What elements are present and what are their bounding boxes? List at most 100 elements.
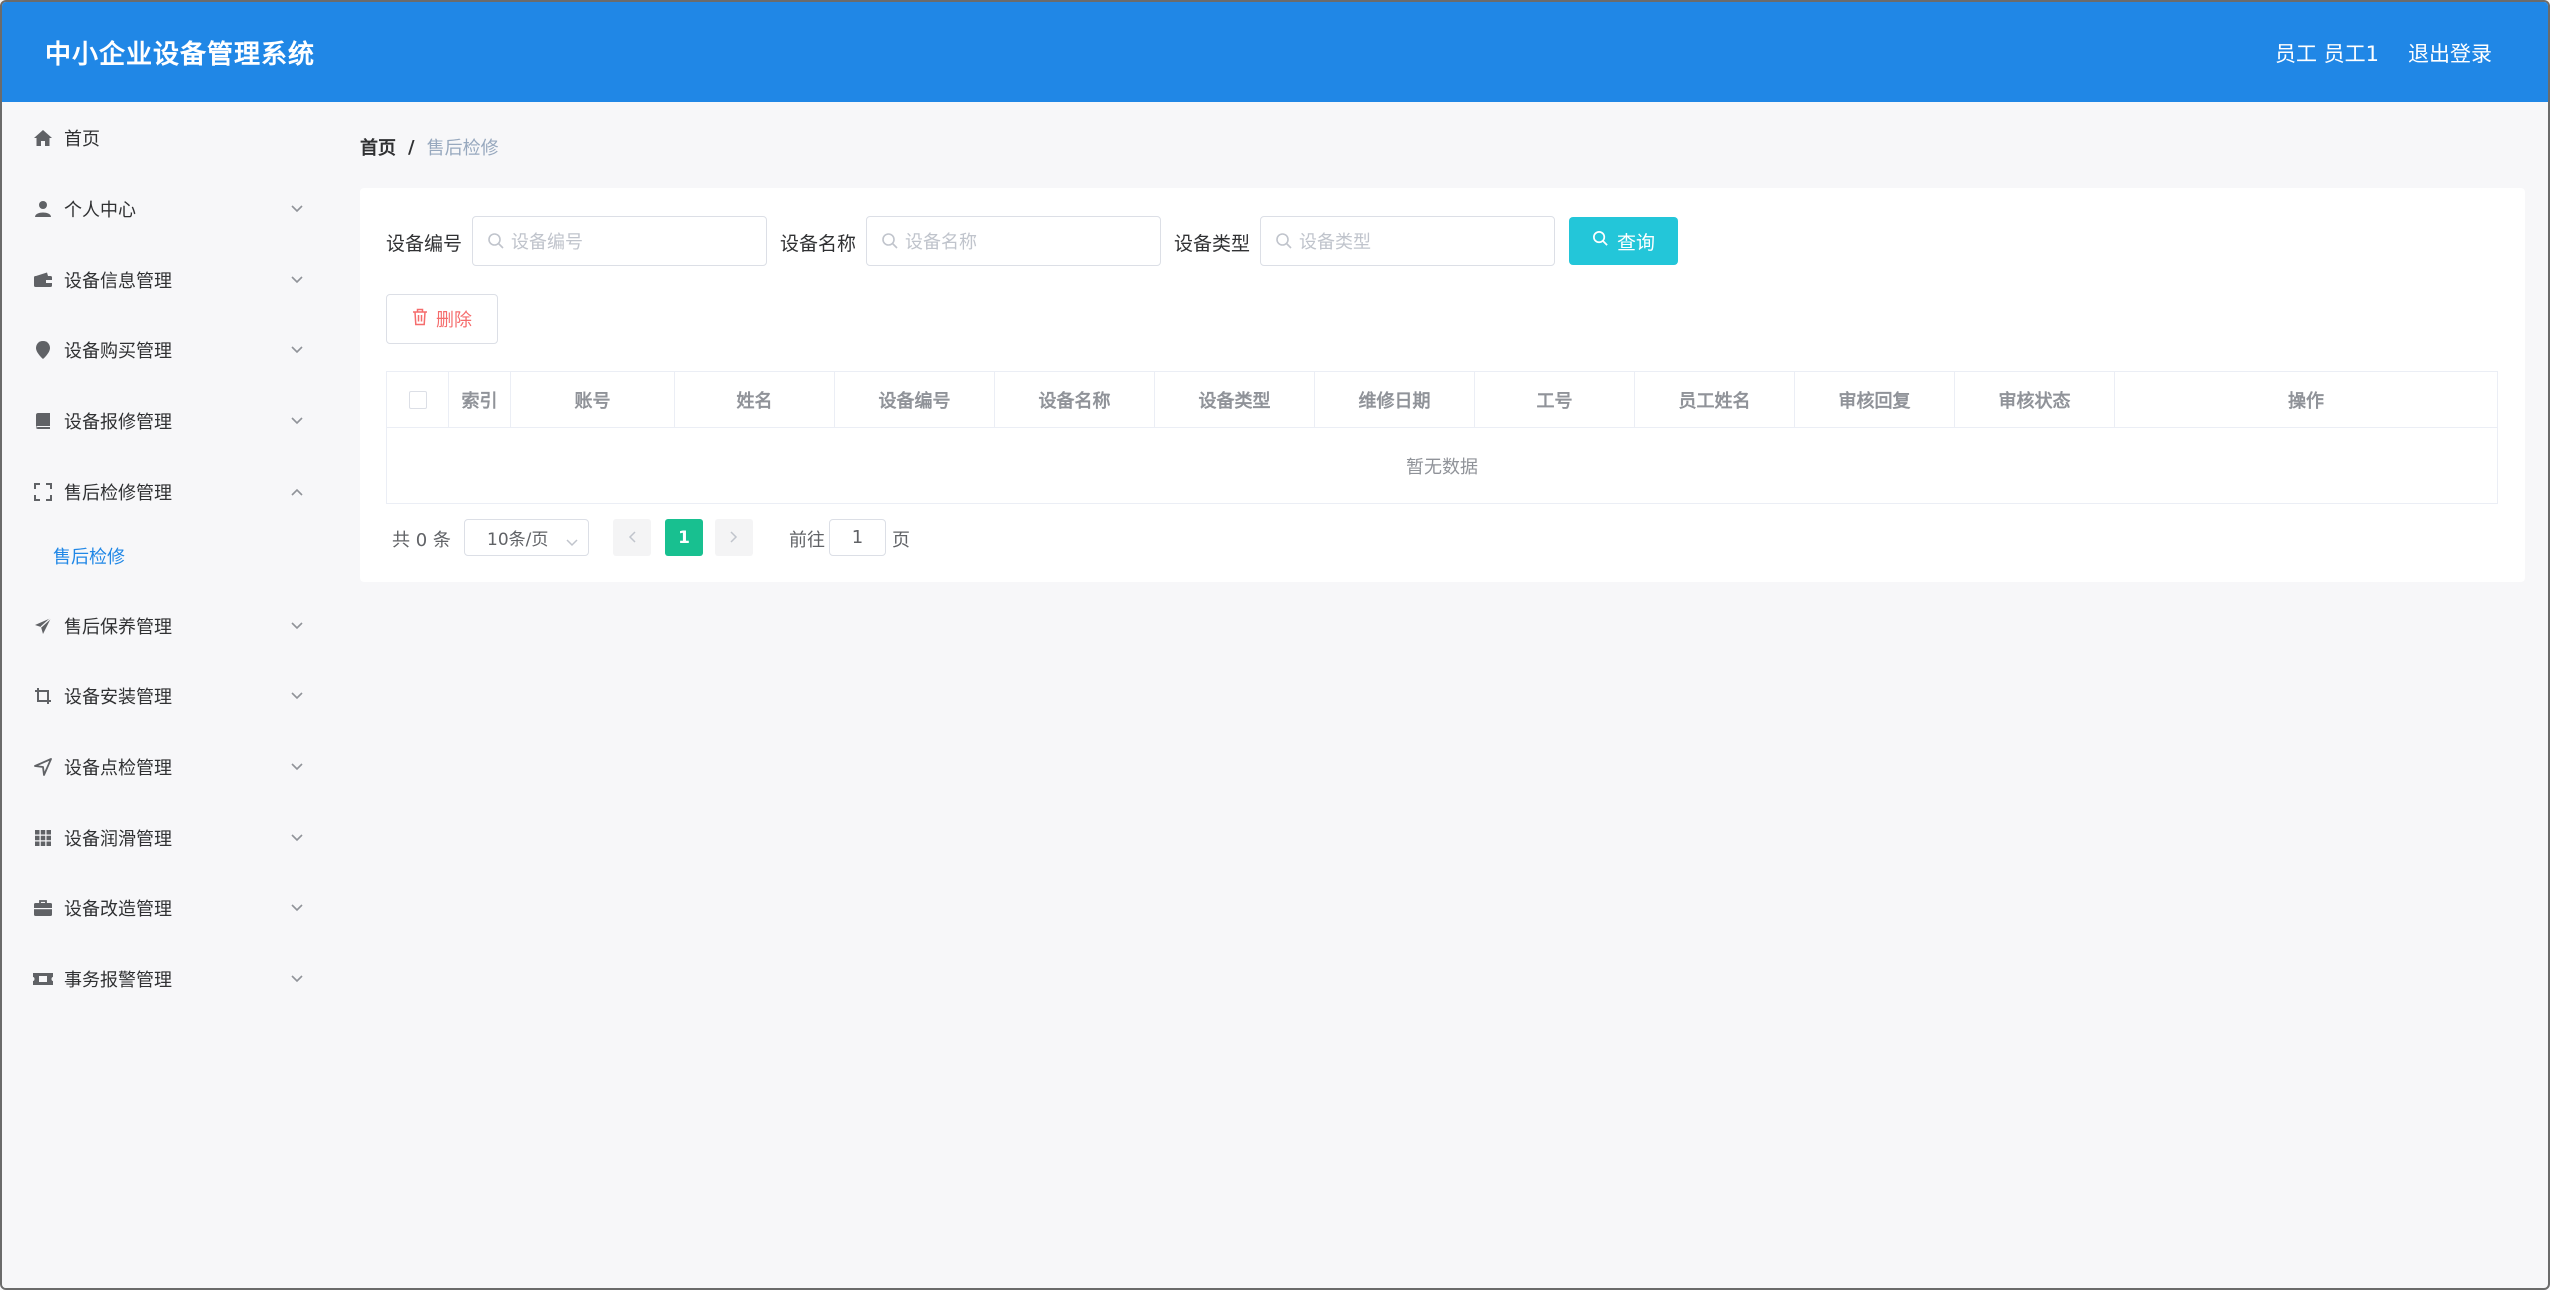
sidebar-item-label: 设备报修管理 [64,412,172,433]
select-all-checkbox[interactable] [409,391,427,409]
next-page-button[interactable] [715,519,753,556]
column-header-account: 账号 [511,372,675,428]
chevron-down-icon [290,689,304,703]
breadcrumb: 首页 / 售后检修 [360,134,499,160]
sidebar-item-after-sales-maintenance[interactable]: 售后保养管理 [2,596,323,656]
chevron-down-icon [290,343,304,357]
column-header-review-status: 审核状态 [1955,372,2115,428]
sidebar-item-label: 售后检修管理 [64,483,172,504]
search-icon [1592,230,1609,252]
sidebar-item-device-installation[interactable]: 设备安装管理 [2,666,323,726]
sidebar-item-device-spot-check[interactable]: 设备点检管理 [2,737,323,797]
device-name-field[interactable] [866,216,1161,266]
empty-state-text: 暂无数据 [1406,457,1478,478]
page-number-current[interactable]: 1 [665,519,703,556]
breadcrumb-separator: / [408,136,415,158]
device-name-input[interactable] [905,227,1145,257]
sidebar: 首页 个人中心 设备信息管理 设备购买管理 设备报修管理 售后检修管理 售后检修… [2,102,323,1288]
sidebar-item-device-lubrication[interactable]: 设备润滑管理 [2,808,323,868]
home-icon [32,127,54,149]
user-icon [32,198,54,220]
sidebar-item-device-repair[interactable]: 设备报修管理 [2,391,323,451]
column-header-device-type: 设备类型 [1155,372,1315,428]
app-window: 中小企业设备管理系统 员工 员工1 退出登录 首页 个人中心 设备信息管理 设备… [0,0,2550,1290]
sidebar-item-label: 设备润滑管理 [64,829,172,850]
page-size-select[interactable]: 10条/页 [464,519,589,556]
sidebar-item-device-purchase[interactable]: 设备购买管理 [2,320,323,380]
device-type-field[interactable] [1260,216,1555,266]
column-header-name: 姓名 [675,372,835,428]
device-number-input[interactable] [511,227,751,257]
sidebar-item-device-modification[interactable]: 设备改造管理 [2,878,323,938]
sidebar-item-device-info[interactable]: 设备信息管理 [2,250,323,310]
column-header-repair-date: 维修日期 [1315,372,1475,428]
sidebar-item-label: 设备信息管理 [64,271,172,292]
breadcrumb-current: 售后检修 [426,138,499,159]
sidebar-item-label: 设备购买管理 [64,341,172,362]
sidebar-subitem-after-sales-inspection[interactable]: 售后检修 [2,531,323,581]
breadcrumb-home[interactable]: 首页 [360,134,396,160]
chevron-down-icon [290,901,304,915]
chevron-down-icon [290,202,304,216]
fullscreen-icon [32,481,54,503]
chevron-down-icon [290,831,304,845]
delete-button[interactable]: 删除 [386,294,498,344]
chevron-down-icon [290,619,304,633]
grid-icon [32,827,54,849]
column-header-employee-name: 员工姓名 [1635,372,1795,428]
column-header-device-number: 设备编号 [835,372,995,428]
goto-page-input[interactable] [829,519,886,556]
query-button-label: 查询 [1616,231,1655,254]
chevron-down-icon [566,532,578,547]
app-title: 中小企业设备管理系统 [45,40,316,70]
page-unit-label: 页 [892,530,910,551]
chevron-right-icon [730,528,738,547]
goto-label: 前往 [789,530,825,551]
search-icon [1275,232,1293,250]
location-arrow-icon [32,756,54,778]
sidebar-item-after-sales-inspection[interactable]: 售后检修管理 [2,462,323,522]
sidebar-item-label: 设备安装管理 [64,687,172,708]
briefcase-icon [32,897,54,919]
query-button[interactable]: 查询 [1569,217,1678,265]
column-header-actions: 操作 [2288,391,2324,412]
prev-page-button[interactable] [613,519,651,556]
device-number-field[interactable] [472,216,767,266]
sidebar-item-label: 首页 [64,129,100,150]
sidebar-item-label: 售后保养管理 [64,617,172,638]
column-header-device-name: 设备名称 [995,372,1155,428]
search-icon [487,232,505,250]
column-header-index: 索引 [449,372,511,428]
sidebar-item-label: 个人中心 [64,200,136,221]
column-header-employee-id: 工号 [1475,372,1635,428]
send-icon [32,615,54,637]
chevron-left-icon [628,528,636,547]
content-card: 设备编号 设备名称 设备类型 查询 删除 [360,188,2525,582]
pagination-total: 共 0 条 [392,530,451,551]
book-icon [32,410,54,432]
chevron-down-icon [290,760,304,774]
device-name-label: 设备名称 [780,233,857,255]
sidebar-item-personal-center[interactable]: 个人中心 [2,179,323,239]
trash-icon [412,308,428,331]
sidebar-item-label: 设备改造管理 [64,899,172,920]
device-type-label: 设备类型 [1174,233,1251,255]
sidebar-subitem-label: 售后检修 [53,547,125,568]
device-number-label: 设备编号 [386,233,463,255]
current-user: 员工 员工1 [2274,42,2379,66]
sidebar-item-label: 事务报警管理 [64,970,172,991]
column-header-review-reply: 审核回复 [1795,372,1955,428]
top-header: 中小企业设备管理系统 员工 员工1 退出登录 [2,2,2548,102]
device-type-input[interactable] [1299,227,1539,257]
ticket-icon [32,968,54,990]
chevron-up-icon [290,485,304,499]
map-pin-icon [32,339,54,361]
logout-link[interactable]: 退出登录 [2408,38,2492,68]
sidebar-item-label: 设备点检管理 [64,758,172,779]
sidebar-item-incident-alarm[interactable]: 事务报警管理 [2,949,323,1009]
chevron-down-icon [290,273,304,287]
wallet-icon [32,269,54,291]
chevron-down-icon [290,414,304,428]
sidebar-item-home[interactable]: 首页 [2,108,323,168]
search-icon [881,232,899,250]
